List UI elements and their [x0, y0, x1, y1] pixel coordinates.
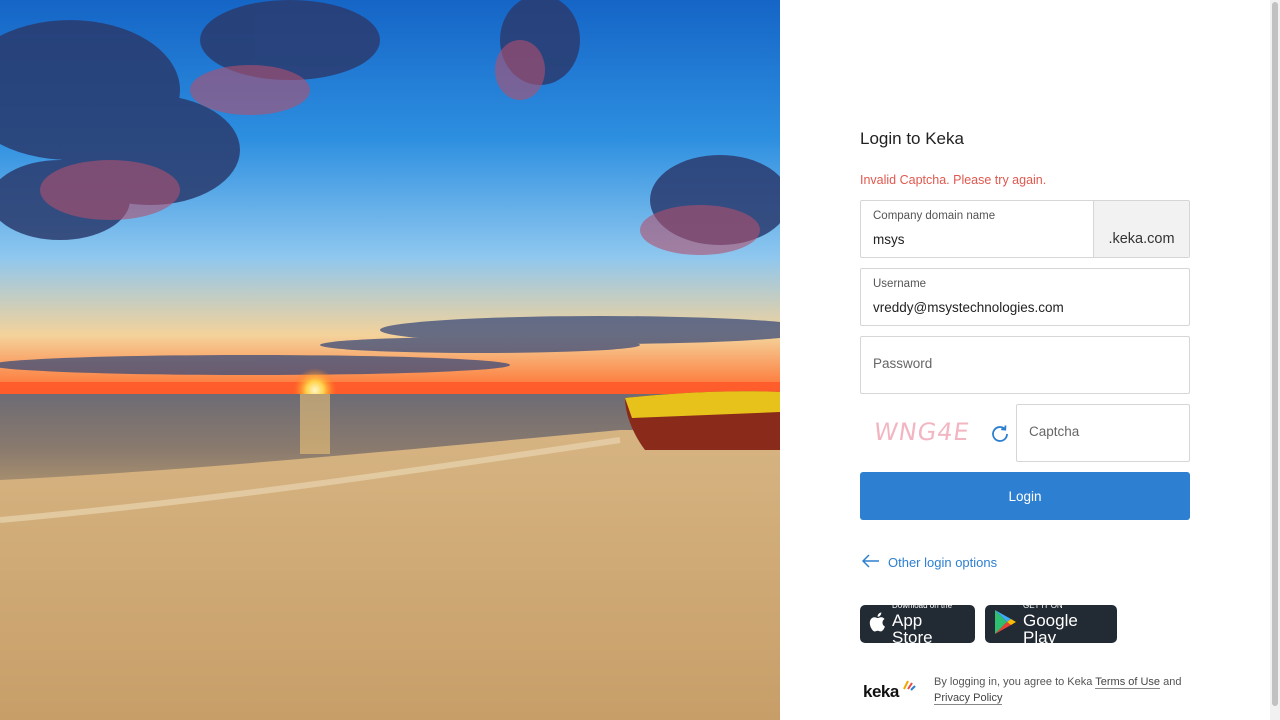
app-store-button[interactable]: Download on the App Store — [860, 601, 975, 647]
refresh-icon[interactable] — [988, 422, 1012, 446]
terms-link[interactable]: Terms of Use — [1095, 676, 1161, 689]
app-store-big: App Store — [892, 611, 933, 647]
captcha-row: WNG4E Captcha — [860, 404, 1190, 462]
store-badges: Download on the App Store GET IT ON Goog… — [860, 601, 1117, 647]
logo-spark-icon — [902, 678, 916, 696]
google-play-button[interactable]: GET IT ON Google Play — [985, 601, 1117, 647]
page-title: Login to Keka — [860, 129, 964, 148]
app-store-small: Download on the — [892, 601, 953, 610]
legal-and: and — [1163, 676, 1182, 688]
google-play-big: Google Play — [1023, 611, 1078, 647]
scrollbar[interactable] — [1270, 0, 1280, 720]
scrollbar-thumb[interactable] — [1272, 2, 1278, 706]
legal-text: By logging in, you agree to Keka Terms o… — [934, 674, 1194, 706]
error-message: Invalid Captcha. Please try again. — [860, 173, 1047, 187]
username-input[interactable]: vreddy@msystechnologies.com — [873, 300, 1064, 315]
keka-logo: keka — [863, 682, 899, 701]
other-login-options-link[interactable]: Other login options — [861, 554, 998, 571]
username-label: Username — [873, 278, 927, 290]
google-play-small: GET IT ON — [1023, 601, 1063, 610]
username-field[interactable]: Username vreddy@msystechnologies.com — [860, 268, 1190, 326]
domain-label: Company domain name — [873, 210, 996, 222]
arrow-left-icon — [861, 554, 880, 571]
domain-field[interactable]: Company domain name msys .keka.com — [860, 200, 1190, 258]
domain-input[interactable]: msys — [873, 232, 905, 247]
background-image — [0, 0, 780, 720]
password-field[interactable]: Password — [860, 336, 1190, 394]
captcha-image: WNG4E — [872, 418, 972, 446]
domain-suffix: .keka.com — [1093, 201, 1189, 257]
other-login-options-label: Other login options — [888, 555, 998, 570]
password-placeholder: Password — [873, 356, 933, 371]
login-button[interactable]: Login — [860, 472, 1190, 520]
legal-prefix: By logging in, you agree to Keka — [934, 676, 1093, 688]
google-play-icon — [993, 609, 1017, 640]
captcha-placeholder: Captcha — [1029, 424, 1080, 439]
privacy-link[interactable]: Privacy Policy — [934, 692, 1003, 705]
apple-icon — [868, 611, 886, 638]
captcha-input[interactable]: Captcha — [1016, 404, 1190, 462]
footer: keka By logging in, you agree to Keka Te… — [860, 672, 1190, 712]
